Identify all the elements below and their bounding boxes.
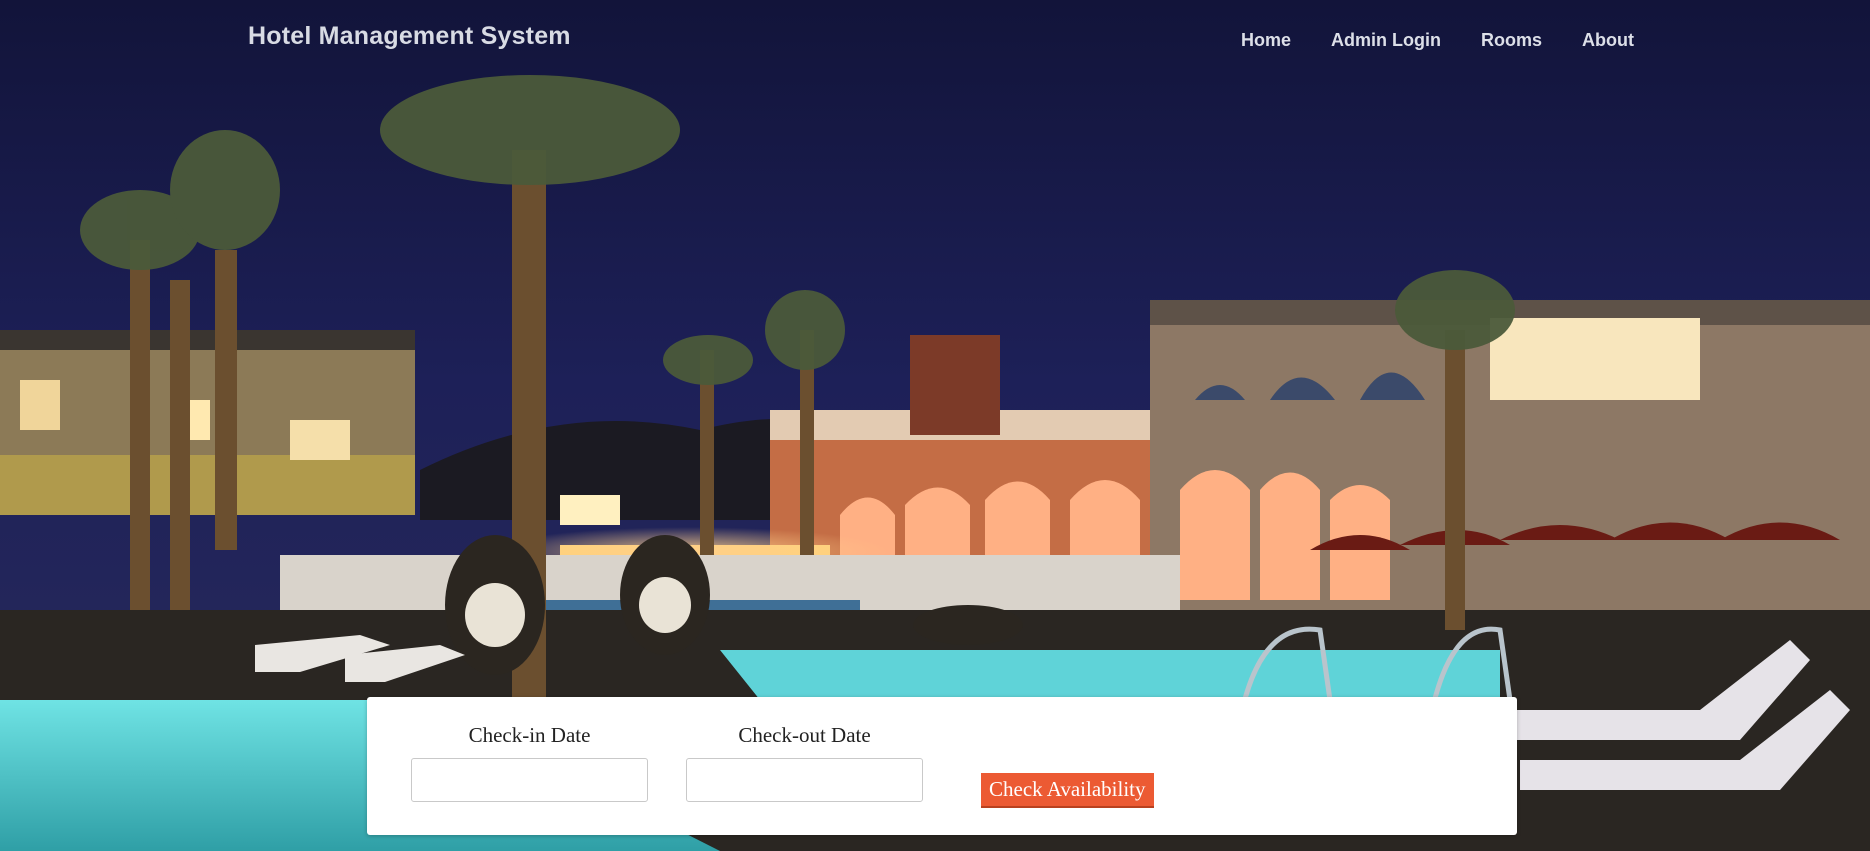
brand-title[interactable]: Hotel Management System xyxy=(248,22,571,51)
checkout-date-input[interactable] xyxy=(686,758,923,802)
checkin-label: Check-in Date xyxy=(468,723,591,747)
check-availability-button[interactable]: Check Availability xyxy=(981,773,1154,808)
nav-link-rooms[interactable]: Rooms xyxy=(1481,30,1542,51)
checkout-field-group: Check-out Date xyxy=(686,723,923,802)
checkin-field-group: Check-in Date xyxy=(411,723,648,802)
nav-link-about[interactable]: About xyxy=(1582,30,1634,51)
nav-link-home[interactable]: Home xyxy=(1241,30,1291,51)
checkout-label: Check-out Date xyxy=(738,723,871,747)
nav-menu: Home Admin Login Rooms About xyxy=(1241,30,1634,51)
top-navbar: Hotel Management System Home Admin Login… xyxy=(0,0,1870,80)
nav-link-admin-login[interactable]: Admin Login xyxy=(1331,30,1441,51)
availability-search-panel: Check-in Date Check-out Date Check Avail… xyxy=(367,697,1517,835)
checkin-date-input[interactable] xyxy=(411,758,648,802)
